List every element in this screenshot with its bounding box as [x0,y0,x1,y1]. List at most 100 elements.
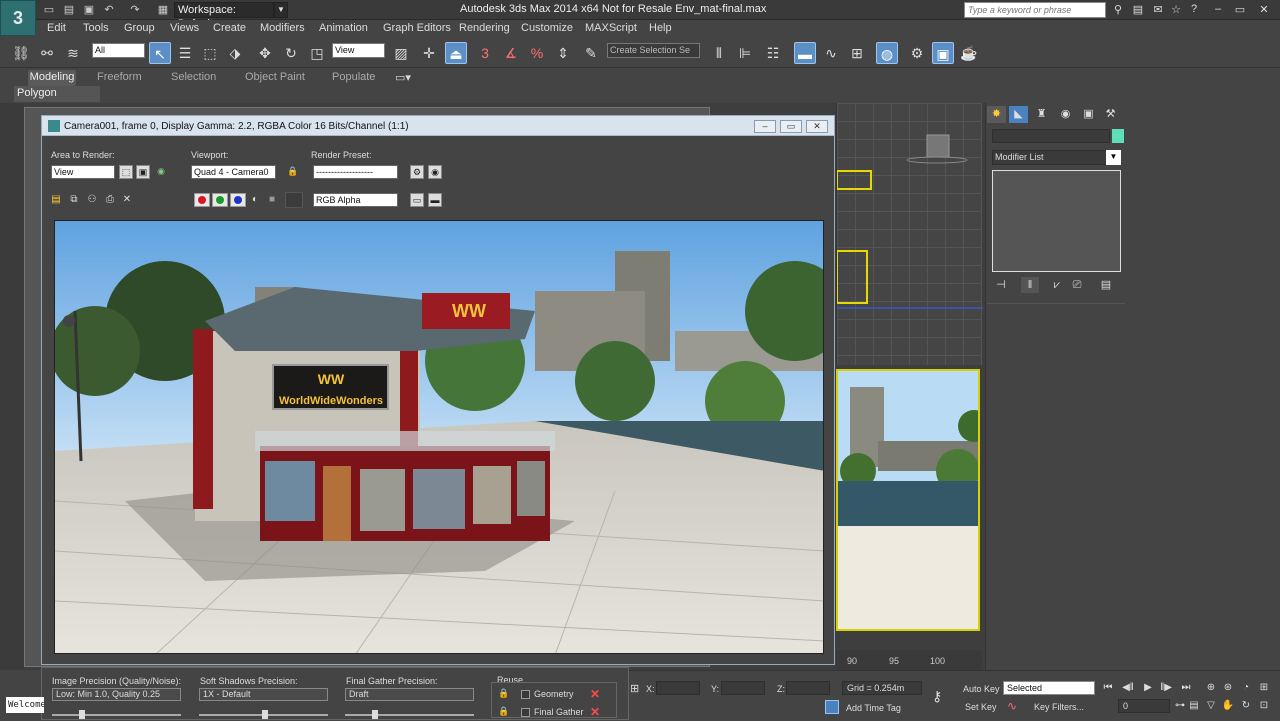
image-precision-field[interactable]: Low: Min 1.0, Quality 0.25 [52,688,181,701]
link-icon[interactable]: ⛓ [10,42,32,64]
maximize-icon[interactable]: ▭ [1232,3,1248,17]
red-channel-toggle[interactable] [194,193,210,207]
zoom-extents-icon[interactable]: ⊞ [1256,681,1272,695]
reuse-geometry-checkbox[interactable] [521,690,530,699]
configure-modifier-sets-icon[interactable]: ▤ [1097,277,1115,293]
pivot-icon[interactable]: ▨ [390,42,412,64]
transform-type-in-icon[interactable]: ⊞ [630,682,639,695]
clear-final-gather-cache-icon[interactable]: ✕ [589,706,601,718]
ribbon-toggle-icon[interactable]: ▬ [794,42,816,64]
help-icon[interactable]: ? [1186,3,1202,17]
open-file-icon[interactable]: ▤ [62,3,76,17]
time-tag-icon[interactable] [825,700,839,714]
material-editor-icon[interactable]: ◍ [876,42,898,64]
menu-animation[interactable]: Animation [319,22,368,34]
project-folder-icon[interactable]: ▦ [156,3,170,17]
image-precision-slider-handle[interactable] [79,710,85,719]
add-time-tag-label[interactable]: Add Time Tag [846,703,901,713]
new-file-icon[interactable]: ▭ [42,3,56,17]
z-coord-field[interactable] [786,681,830,695]
menu-modifiers[interactable]: Modifiers [260,22,305,34]
toggle-ui-icon[interactable]: ▬ [428,193,442,207]
curve-editor-icon[interactable]: ∿ [820,42,842,64]
swatch-box[interactable] [285,192,303,208]
unlink-icon[interactable]: ⚯ [36,42,58,64]
polygon-modeling-panel[interactable]: Polygon Modeling [14,86,100,114]
motion-tab-icon[interactable]: ◉ [1056,106,1075,123]
print-image-icon[interactable]: ⎙ [103,193,117,207]
maximize-viewport-icon[interactable]: ⊡ [1256,699,1272,713]
show-end-result-icon[interactable]: ‖ [1021,277,1039,293]
menu-help[interactable]: Help [649,22,672,34]
maxscript-listener[interactable]: Welcome [6,697,44,713]
select-manipulate-icon[interactable]: ✛ [418,42,440,64]
communication-icon[interactable]: ✉ [1150,3,1166,17]
select-by-name-icon[interactable]: ☰ [174,42,196,64]
next-frame-icon[interactable]: ‖▶ [1158,681,1174,695]
mirror-icon[interactable]: ⫴ [708,42,730,64]
app-menu-button[interactable]: 3 [0,0,36,36]
tab-populate[interactable]: Populate [332,71,375,83]
arc-rotate-icon[interactable]: ↻ [1238,699,1254,713]
menu-graph-editors[interactable]: Graph Editors [383,22,451,34]
set-key-button[interactable]: Set Key [965,702,997,712]
modifier-stack[interactable] [992,170,1121,272]
environment-effects-icon[interactable]: ◉ [428,165,442,179]
reference-coordinate-select[interactable]: View [332,43,385,58]
viewport-camera-preview[interactable] [836,369,980,631]
tab-freeform[interactable]: Freeform [97,71,142,83]
clone-window-icon[interactable]: ⚇ [85,193,99,207]
blue-channel-toggle[interactable] [230,193,246,207]
menu-maxscript[interactable]: MAXScript [585,22,637,34]
copy-image-icon[interactable]: ⧉ [67,193,81,207]
rotate-icon[interactable]: ↻ [280,42,302,64]
align-icon[interactable]: ⊫ [734,42,756,64]
go-to-end-icon[interactable]: ⏭ [1178,681,1194,695]
object-name-field[interactable] [992,129,1110,143]
lock-icon[interactable]: 🔒 [498,706,509,720]
redo-icon[interactable]: ↷ [128,3,142,17]
time-config-icon[interactable]: ▤ [1186,699,1202,713]
key-icon[interactable]: ⚷ [932,688,942,705]
set-key-curve-icon[interactable]: ∿ [1007,699,1017,713]
menu-edit[interactable]: Edit [47,22,66,34]
render-preset-select[interactable]: ------------------- [313,165,398,179]
render-region-icon[interactable]: ◉ [154,165,168,179]
edit-region-icon[interactable]: ⬚ [119,165,133,179]
close-icon[interactable]: ✕ [806,120,828,133]
window-crossing-icon[interactable]: ⬗ [224,42,246,64]
y-coord-field[interactable] [721,681,765,695]
green-channel-toggle[interactable] [212,193,228,207]
zoom-icon[interactable]: ⊕ [1203,681,1219,695]
schematic-view-icon[interactable]: ⊞ [846,42,868,64]
play-icon[interactable]: ▶ [1140,681,1156,695]
save-file-icon[interactable]: ▣ [82,3,96,17]
ribbon-options-icon[interactable]: ▭▾ [395,71,411,84]
auto-key-button[interactable]: Auto Key [963,684,1000,694]
tab-selection[interactable]: Selection [171,71,216,83]
previous-frame-icon[interactable]: ◀‖ [1120,681,1136,695]
lock-icon[interactable]: 🔒 [498,688,509,702]
edit-named-selection-icon[interactable]: ✎ [580,42,602,64]
final-gather-precision-field[interactable]: Draft [345,688,474,701]
soft-shadows-slider-handle[interactable] [262,710,268,719]
tab-object-paint[interactable]: Object Paint [245,71,305,83]
final-gather-slider-handle[interactable] [372,710,378,719]
utilities-tab-icon[interactable]: ⚒ [1101,106,1120,123]
save-image-icon[interactable]: ▤ [49,193,63,207]
final-gather-slider[interactable] [345,714,474,716]
modifier-list-select[interactable]: Modifier List [992,150,1114,165]
menu-create[interactable]: Create [213,22,246,34]
close-icon[interactable]: ✕ [1256,3,1272,17]
menu-views[interactable]: Views [170,22,199,34]
search-input[interactable]: Type a keyword or phrase [964,2,1106,18]
auto-region-icon[interactable]: ▣ [136,165,150,179]
layer-manager-icon[interactable]: ☷ [762,42,784,64]
workspace-select[interactable]: Workspace: Default [174,2,274,30]
render-setup-icon[interactable]: ⚙ [906,42,928,64]
keyboard-shortcut-override-icon[interactable]: ⏏ [445,42,467,64]
field-of-view-icon[interactable]: ▽ [1203,699,1219,713]
select-object-icon[interactable]: ↖ [149,42,171,64]
clear-geometry-cache-icon[interactable]: ✕ [589,688,601,700]
lock-icon[interactable]: 🔒 [286,165,300,179]
